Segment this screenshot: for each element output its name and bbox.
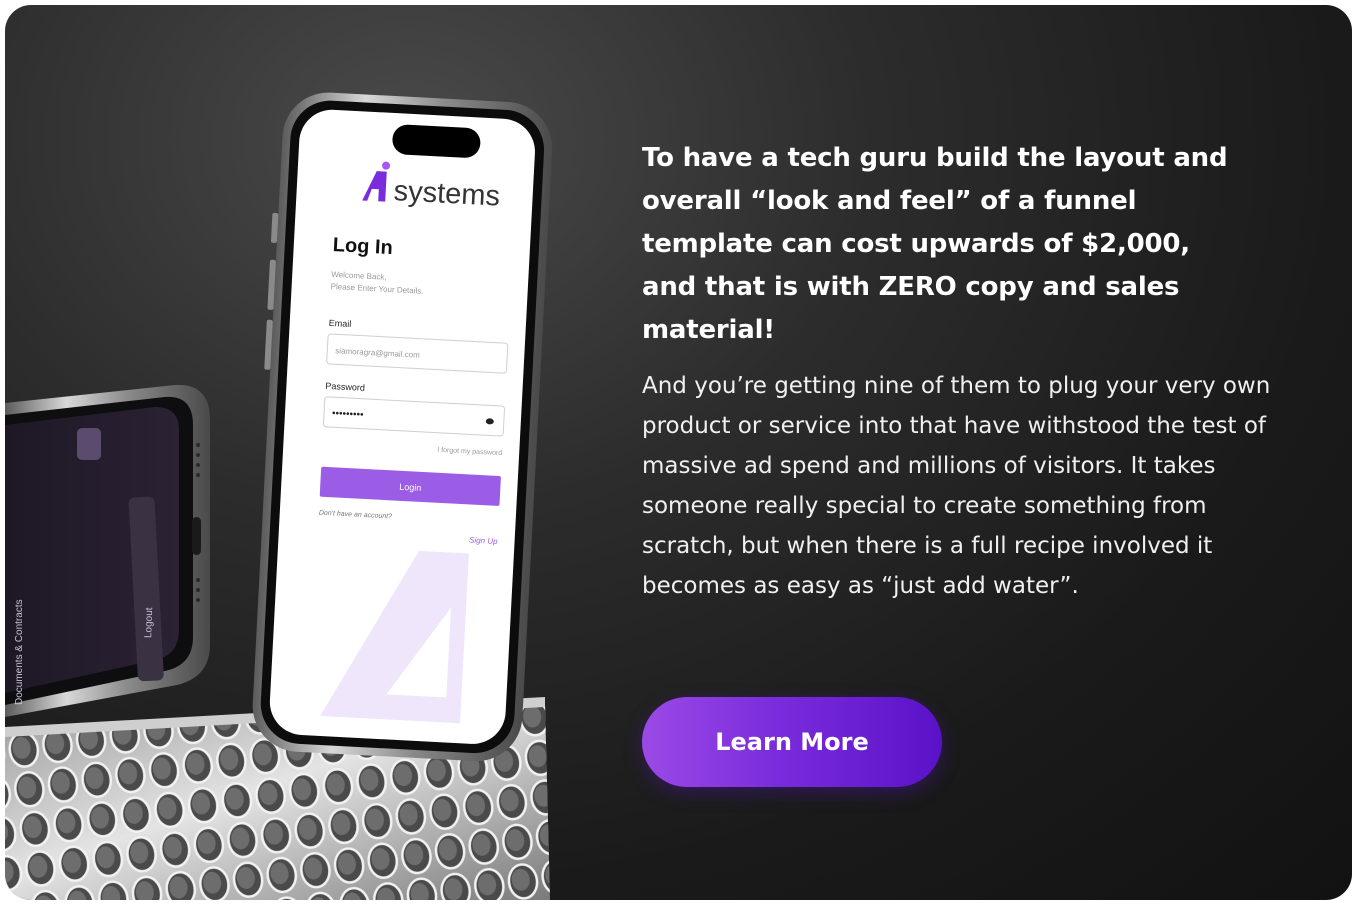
promo-card: Logout Documents & Contracts systems Log… <box>5 5 1352 900</box>
email-label: Email <box>329 318 352 329</box>
login-button-label: Login <box>399 482 422 493</box>
back-phone-logout-label: Logout <box>143 607 155 638</box>
learn-more-button[interactable]: Learn More <box>642 697 942 787</box>
login-title: Log In <box>332 234 393 259</box>
password-value: ••••••••• <box>332 408 365 421</box>
product-photo: Logout Documents & Contracts systems Log… <box>5 92 553 900</box>
back-phone: Logout Documents & Contracts <box>5 384 210 717</box>
front-phone: systems Log In Welcome Back, Please Ente… <box>252 92 553 762</box>
copy-block: To have a tech guru build the layout and… <box>642 137 1282 606</box>
password-label: Password <box>325 381 365 393</box>
brand-name: systems <box>393 175 501 213</box>
body-text: And you’re getting nine of them to plug … <box>642 373 1271 599</box>
signup-link[interactable]: Sign Up <box>469 536 498 547</box>
back-phone-docs-label: Documents & Contracts <box>14 599 25 705</box>
headline: To have a tech guru build the layout and… <box>642 143 1228 345</box>
